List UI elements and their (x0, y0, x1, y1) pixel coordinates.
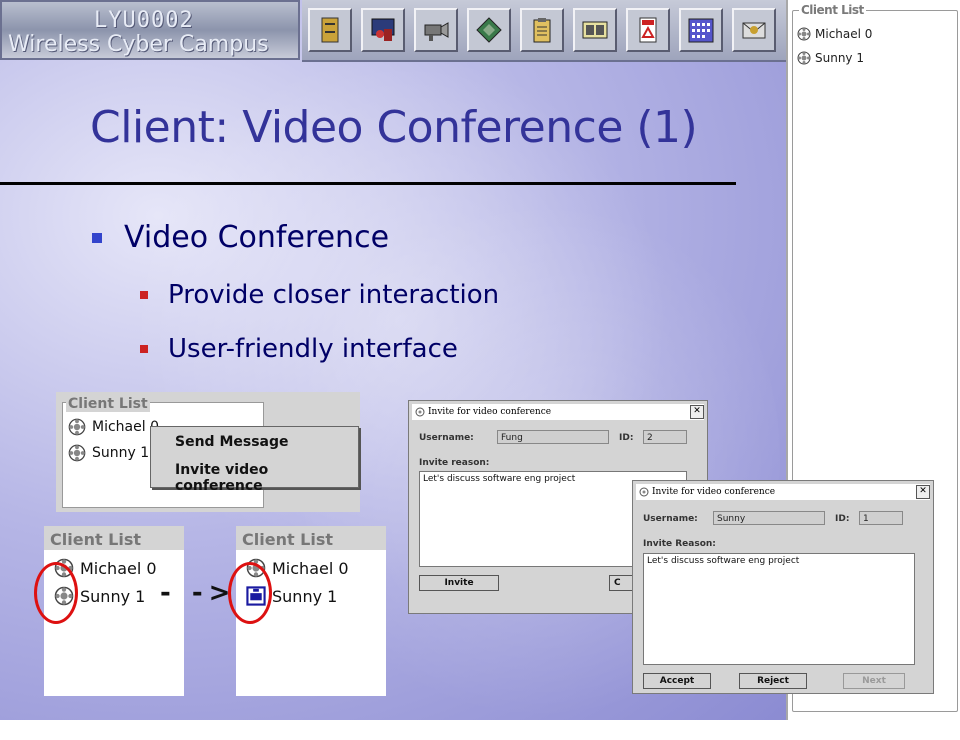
client-list-title: Client List (50, 530, 142, 549)
camera-icon[interactable] (414, 8, 458, 52)
accept-button[interactable]: Accept (643, 673, 711, 689)
bullet-marker (140, 345, 148, 353)
username-field[interactable]: Sunny (713, 511, 825, 525)
bullet-marker (140, 291, 148, 299)
user-icon (797, 51, 811, 65)
slide-title: Client: Video Conference (1) (90, 102, 698, 153)
reason-label: Invite Reason: (643, 539, 716, 549)
client-list-title: Client List (242, 530, 334, 549)
cabinet-icon[interactable] (308, 8, 352, 52)
bullet-marker (92, 232, 102, 243)
close-icon[interactable]: ✕ (916, 485, 930, 499)
java-icon (415, 407, 425, 417)
dialog-title: Invite for video conference (652, 487, 776, 497)
client-name: Sunny 1 (80, 586, 146, 606)
id-field[interactable]: 1 (859, 511, 903, 525)
game-icon[interactable] (467, 8, 511, 52)
sub-bullet-text: Provide closer interaction (168, 280, 500, 310)
username-label: Username: (419, 433, 474, 443)
client-name: Sunny 1 (272, 586, 338, 606)
accept-dialog: Invite for video conference ✕ Username: … (632, 480, 934, 694)
client-item-sunny[interactable]: Sunny 1 (797, 51, 864, 65)
classroom-icon[interactable] (361, 8, 405, 52)
user-icon (797, 27, 811, 41)
banner-title: Wireless Cyber Campus (8, 32, 269, 57)
bullet-video-conference: Video Conference (92, 220, 389, 255)
context-menu: Send Message Invite video conference (150, 426, 359, 494)
client-name: Michael 0 (272, 558, 349, 578)
username-field[interactable]: Fung (497, 430, 609, 444)
client-item-sunny[interactable]: Sunny 1 (68, 444, 149, 462)
client-item-michael[interactable]: Michael 0 (68, 418, 159, 436)
id-label: ID: (619, 433, 634, 443)
user-icon (68, 418, 86, 436)
sub-bullet-text: User-friendly interface (168, 334, 458, 364)
invite-button[interactable]: Invite (419, 575, 499, 591)
user-icon (68, 444, 86, 462)
dialog-titlebar: Invite for video conference ✕ (636, 484, 930, 500)
calendar-icon[interactable] (679, 8, 723, 52)
client-name: Sunny 1 (92, 445, 150, 461)
mail-icon[interactable] (732, 8, 776, 52)
menu-item-send-message[interactable]: Send Message (175, 434, 289, 450)
app-banner: LYU0002 Wireless Cyber Campus (0, 0, 300, 60)
clipboard-icon[interactable] (520, 8, 564, 52)
toolbar (302, 0, 786, 62)
client-name: Michael 0 (815, 27, 873, 41)
id-field[interactable]: 2 (643, 430, 687, 444)
highlight-circle-after (228, 562, 272, 624)
news-icon[interactable] (573, 8, 617, 52)
close-icon[interactable]: ✕ (690, 405, 704, 419)
reject-button[interactable]: Reject (739, 673, 807, 689)
banner-code: LYU0002 (94, 8, 194, 33)
username-label: Username: (643, 514, 698, 524)
transition-arrow: - -> (160, 578, 237, 608)
client-list-title: Client List (799, 3, 866, 17)
title-rule (0, 182, 736, 185)
menu-item-invite-video-conference[interactable]: Invite video conference (175, 462, 358, 494)
bullet-text: Video Conference (124, 220, 390, 255)
client-name: Sunny 1 (815, 51, 864, 65)
dialog-titlebar: Invite for video conference ✕ (412, 404, 704, 420)
highlight-circle-before (34, 562, 78, 624)
reason-label: Invite reason: (419, 458, 490, 468)
id-label: ID: (835, 514, 850, 524)
reason-textarea[interactable]: Let's discuss software eng project (643, 553, 915, 665)
sub-bullet-2: User-friendly interface (140, 334, 458, 364)
pdf-icon[interactable] (626, 8, 670, 52)
sub-bullet-1: Provide closer interaction (140, 280, 499, 310)
client-item-michael[interactable]: Michael 0 (797, 27, 872, 41)
client-list-title: Client List (66, 396, 150, 412)
dialog-title: Invite for video conference (428, 407, 552, 417)
next-button[interactable]: Next (843, 673, 905, 689)
java-icon (639, 487, 649, 497)
client-name: Michael 0 (92, 419, 159, 435)
client-name: Michael 0 (80, 558, 157, 578)
